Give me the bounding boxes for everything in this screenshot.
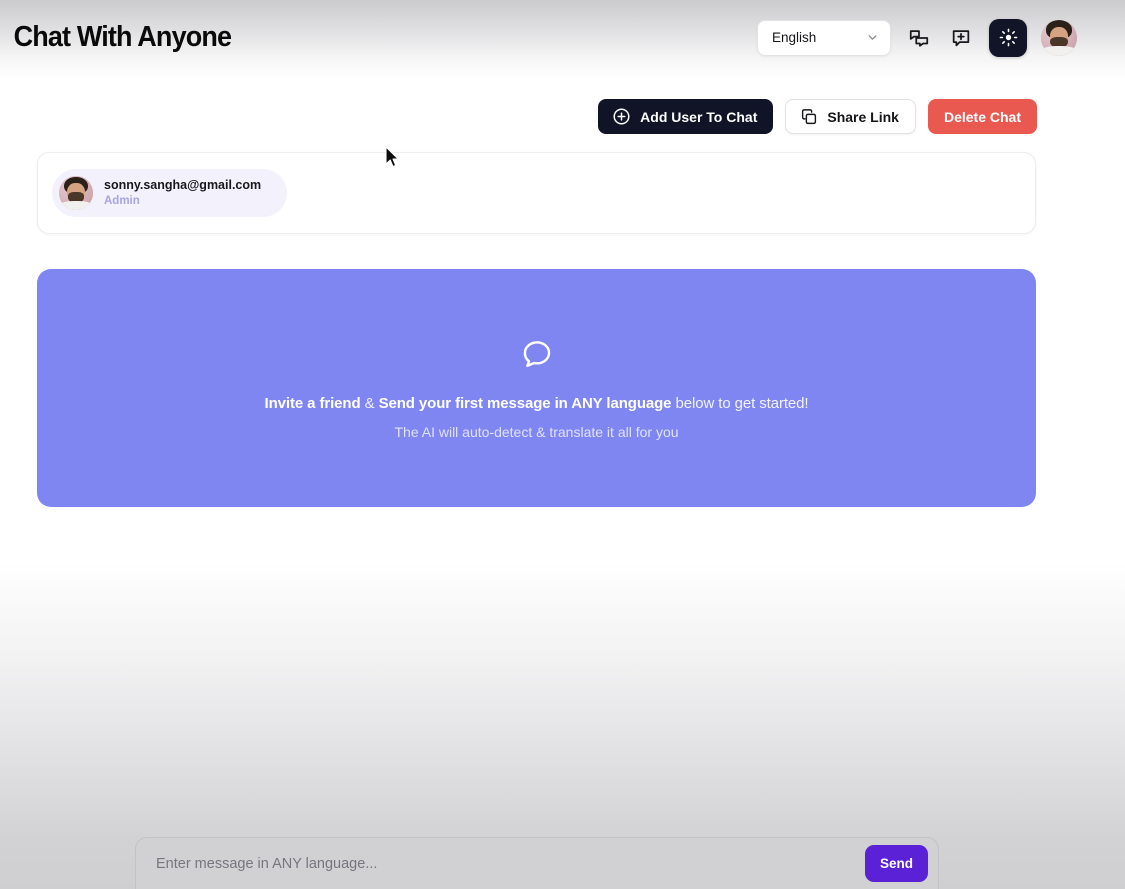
avatar[interactable] (1041, 19, 1077, 56)
chats-icon[interactable] (905, 24, 933, 52)
add-user-to-chat-label: Add User To Chat (640, 108, 758, 125)
list-item[interactable]: sonny.sangha@gmail.com Admin (52, 169, 288, 217)
language-select-value: English (772, 30, 817, 45)
delete-chat-button[interactable]: Delete Chat (927, 99, 1037, 134)
message-input[interactable] (156, 838, 865, 889)
banner-secondary-text: The AI will auto-detect & translate it a… (394, 423, 679, 440)
language-select[interactable]: English (757, 19, 891, 56)
header-controls: English (757, 18, 1077, 57)
banner-amp: & (360, 394, 379, 412)
chevron-down-icon (868, 35, 877, 40)
share-link-button[interactable]: Share Link (785, 99, 916, 134)
delete-chat-label: Delete Chat (943, 108, 1021, 125)
chat-members-card: sonny.sangha@gmail.com Admin (37, 152, 1036, 234)
status-badge: Admin (104, 194, 140, 207)
chat-actions-toolbar: Add User To Chat Share Link Delete Chat (598, 99, 1037, 134)
send-button[interactable]: Send (865, 845, 928, 882)
page-title: Chat With Anyone (13, 21, 232, 53)
message-composer: Send (135, 837, 939, 889)
sun-icon (999, 28, 1017, 47)
plus-circle-icon (613, 108, 630, 125)
member-avatar (59, 176, 93, 210)
member-email: sonny.sangha@gmail.com (104, 178, 262, 192)
copy-icon (802, 108, 817, 124)
add-user-to-chat-button[interactable]: Add User To Chat (598, 99, 774, 134)
new-chat-icon[interactable] (947, 24, 975, 52)
theme-toggle-button[interactable] (989, 18, 1027, 57)
banner-bold-a: Invite a friend (264, 394, 361, 412)
banner-primary-text: Invite a friend & Send your first messag… (265, 395, 809, 412)
empty-state-banner: Invite a friend & Send your first messag… (37, 269, 1036, 507)
banner-normal: below to get started! (671, 394, 809, 412)
speech-bubble-icon (520, 337, 554, 376)
share-link-label: Share Link (827, 108, 899, 125)
app-header: Chat With Anyone English (0, 0, 1125, 75)
banner-bold-b: Send your first message in ANY language (378, 394, 672, 412)
